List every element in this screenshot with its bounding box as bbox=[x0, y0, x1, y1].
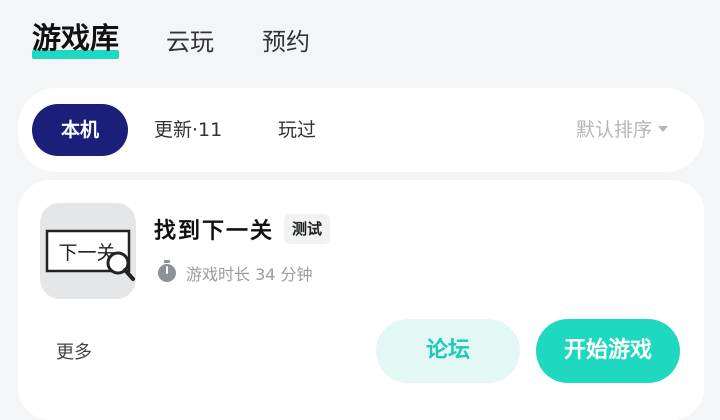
filter-local-label: 本机 bbox=[60, 119, 99, 141]
filter-played[interactable]: 玩过 bbox=[278, 104, 316, 156]
more-button[interactable]: 更多 bbox=[56, 338, 92, 364]
tab-cloud-play-label: 云玩 bbox=[166, 28, 214, 56]
game-title: 找到下一关 bbox=[154, 219, 275, 244]
filter-local[interactable]: 本机 bbox=[32, 104, 128, 156]
forum-button[interactable]: 论坛 bbox=[376, 319, 520, 383]
playtime-row: 游戏时长 34 分钟 bbox=[156, 258, 313, 288]
stopwatch-icon bbox=[156, 259, 178, 287]
filter-updates-label: 更新·11 bbox=[154, 119, 223, 141]
filter-bar: 本机 更新·11 玩过 默认排序 bbox=[18, 88, 704, 172]
caret-down-icon bbox=[658, 125, 668, 132]
game-card: 下一关 找到下一关 测试 游戏时长 34 分钟 更多 论坛 开始游戏 bbox=[18, 180, 704, 420]
top-tab-bar: 游戏库 云玩 预约 bbox=[0, 0, 720, 80]
filter-played-label: 玩过 bbox=[278, 119, 317, 141]
tab-reservations[interactable]: 预约 bbox=[262, 24, 310, 60]
sort-dropdown-label: 默认排序 bbox=[575, 119, 652, 141]
game-app-icon[interactable]: 下一关 bbox=[40, 203, 136, 299]
tab-cloud-play[interactable]: 云玩 bbox=[166, 24, 214, 60]
tab-game-library-label: 游戏库 bbox=[32, 21, 120, 55]
game-icon-graphic: 下一关 bbox=[40, 203, 136, 299]
filter-updates[interactable]: 更新·11 bbox=[154, 104, 222, 156]
playtime-text: 游戏时长 34 分钟 bbox=[186, 265, 313, 284]
sort-dropdown[interactable]: 默认排序 bbox=[576, 104, 668, 156]
test-badge: 测试 bbox=[284, 214, 331, 244]
game-title-row: 找到下一关 测试 bbox=[154, 212, 331, 246]
tab-reservations-label: 预约 bbox=[262, 28, 310, 56]
tab-game-library[interactable]: 游戏库 bbox=[32, 20, 120, 59]
start-game-button[interactable]: 开始游戏 bbox=[536, 319, 680, 383]
